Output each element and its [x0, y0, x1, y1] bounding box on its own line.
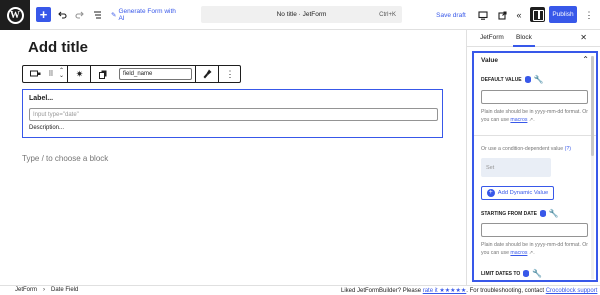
document-title-bar[interactable]: No title · JetForm Ctrl+K	[201, 6, 402, 23]
wrench-icon[interactable]: 🔧	[534, 76, 544, 84]
clear-brush-icon[interactable]	[196, 66, 219, 82]
tab-jetform[interactable]: JetForm	[480, 34, 504, 41]
block-type-icon[interactable]	[23, 66, 47, 82]
block-toolbar: ⠿ ⌃ ⌄ ✷ field_name ⋮	[22, 65, 241, 83]
chevron-up-icon[interactable]: ⌃	[582, 55, 589, 64]
help-icon[interactable]: (?)	[565, 146, 571, 152]
date-input-preview[interactable]: Input type="date"	[29, 108, 438, 121]
tab-block[interactable]: Block	[513, 34, 535, 47]
value-panel: Value ⌃ DEFAULT VALUE 🔧 Plain date shoul…	[472, 51, 598, 282]
help-suffix: ↗.	[527, 250, 535, 256]
limit-dates-label: LIMIT DATES TO	[481, 270, 521, 277]
wordpress-logo[interactable]: W	[0, 0, 30, 30]
sidebar-tabs: JetForm Block ✕	[467, 30, 600, 47]
add-dynamic-value-button[interactable]: + Add Dynamic Value	[481, 186, 554, 200]
footer-note: Liked JetFormBuilder? Please rate it ★★★…	[341, 287, 597, 294]
chevron-down-icon[interactable]: ⌄	[59, 73, 64, 79]
database-icon[interactable]	[524, 76, 531, 83]
default-value-input[interactable]	[481, 90, 588, 104]
macros-link[interactable]: macros	[510, 117, 527, 123]
breadcrumb-separator: ›	[43, 287, 46, 293]
save-draft-button[interactable]: Save draft	[434, 7, 468, 23]
default-value-caption: DEFAULT VALUE 🔧	[481, 76, 544, 84]
redo-icon[interactable]	[73, 7, 85, 23]
footer-text: Liked JetFormBuilder? Please	[341, 288, 423, 294]
generate-ai-label: Generate Form with AI	[118, 8, 176, 22]
wordpress-icon: W	[6, 6, 24, 24]
add-block-button[interactable]: +	[36, 7, 51, 22]
close-icon[interactable]: ✕	[580, 33, 587, 42]
editor-canvas: Add title ⠿ ⌃ ⌄ ✷ field_name ⋮ Label... I…	[0, 30, 466, 285]
block-appender-hint[interactable]: Type / to choose a block	[22, 154, 108, 163]
panel-scrollbar[interactable]	[591, 56, 594, 279]
view-post-icon[interactable]	[496, 7, 508, 23]
condition-label: Or use a condition-dependent value (?)	[481, 146, 571, 152]
condition-label-text: Or use a condition-dependent value	[481, 146, 564, 152]
breadcrumb-item-jetform[interactable]: JetForm	[15, 287, 37, 293]
list-view-icon[interactable]	[91, 7, 103, 23]
generate-ai-button[interactable]: ✎ Generate Form with AI	[111, 7, 183, 23]
sparkle-icon[interactable]: ✷	[69, 66, 91, 82]
document-title: No title · JetForm	[276, 11, 327, 18]
move-up-down-icon[interactable]: ⌃ ⌄	[56, 66, 68, 82]
block-options-icon[interactable]: ⋮	[220, 66, 240, 82]
default-value-label: DEFAULT VALUE	[481, 76, 522, 83]
settings-sidebar: JetForm Block ✕ Value ⌃ DEFAULT VALUE 🔧 …	[466, 30, 600, 285]
field-label[interactable]: Label...	[29, 95, 53, 102]
plus-icon: +	[486, 189, 495, 197]
settings-toggle-icon[interactable]	[530, 7, 545, 22]
date-field-block[interactable]: Label... Input type="date" Description..…	[22, 89, 443, 138]
starting-from-caption: STARTING FROM DATE 🔧	[481, 210, 559, 218]
starting-from-help: Plain date should be in yyyy-mm-dd forma…	[481, 241, 591, 257]
starting-from-input[interactable]	[481, 223, 588, 237]
wrench-icon[interactable]: 🔧	[549, 210, 559, 218]
publish-button[interactable]: Publish	[549, 6, 577, 23]
macros-link[interactable]: macros	[510, 250, 527, 256]
preview-icon[interactable]	[477, 7, 489, 23]
set-condition-button[interactable]: Set	[481, 158, 551, 177]
top-toolbar: W + ✎ Generate Form with AI No title · J…	[0, 0, 600, 30]
magic-wand-icon: ✎	[111, 12, 117, 19]
copy-name-icon[interactable]	[92, 66, 114, 82]
help-suffix: ↗.	[527, 117, 535, 123]
section-divider	[474, 135, 596, 136]
breadcrumb-item-date-field[interactable]: Date Field	[51, 287, 78, 293]
collapse-icon[interactable]: «	[513, 7, 525, 23]
starting-from-label: STARTING FROM DATE	[481, 210, 537, 217]
field-name-input[interactable]: field_name	[119, 68, 192, 80]
rate-it-link[interactable]: rate it ★★★★★	[423, 288, 467, 294]
field-description[interactable]: Description...	[29, 125, 64, 131]
status-footer: JetForm › Date Field Liked JetFormBuilde…	[0, 285, 600, 295]
limit-dates-caption: LIMIT DATES TO 🔧	[481, 270, 542, 278]
undo-icon[interactable]	[56, 7, 68, 23]
default-value-help: Plain date should be in yyyy-mm-dd forma…	[481, 108, 591, 124]
app-window: W + ✎ Generate Form with AI No title · J…	[0, 0, 600, 295]
database-icon[interactable]	[539, 210, 546, 217]
breadcrumb: JetForm › Date Field	[15, 287, 78, 293]
database-icon[interactable]	[523, 270, 530, 277]
panel-title[interactable]: Value	[481, 57, 498, 64]
support-link[interactable]: Crocoblock support	[546, 288, 598, 294]
add-dynamic-label: Add Dynamic Value	[497, 190, 549, 196]
footer-text-mid: . For troubleshooting, contact	[466, 288, 546, 294]
post-title-placeholder[interactable]: Add title	[28, 39, 88, 56]
wrench-icon[interactable]: 🔧	[532, 270, 542, 278]
more-options-icon[interactable]: ⋮	[584, 7, 594, 23]
command-shortcut: Ctrl+K	[379, 11, 396, 18]
